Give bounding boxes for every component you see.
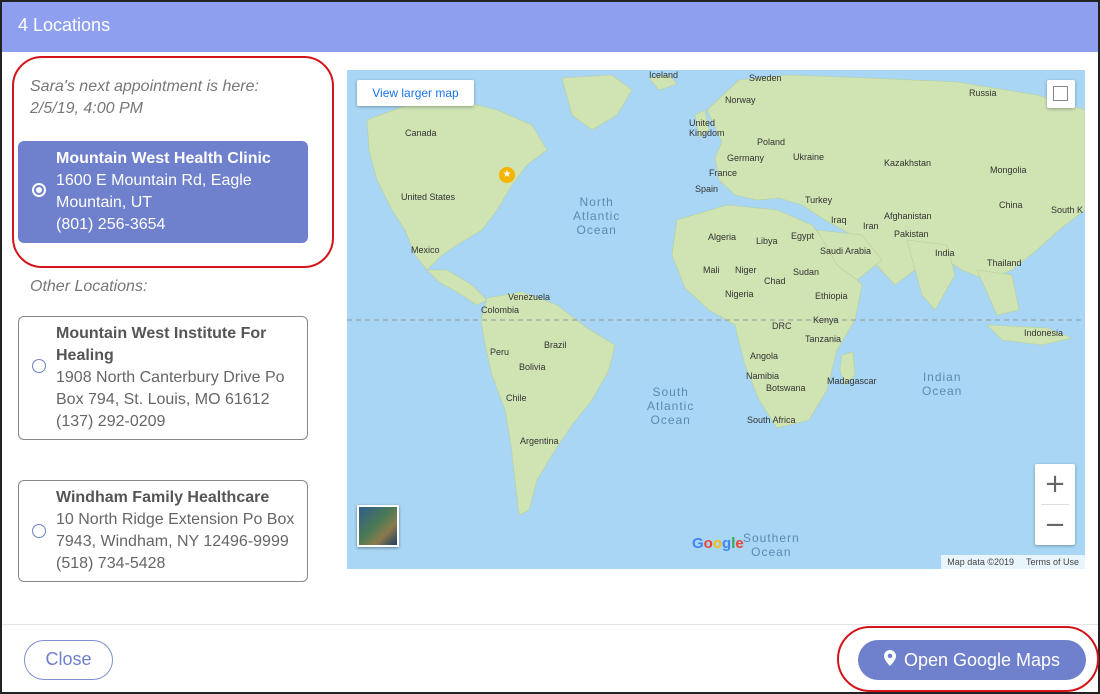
ocean-label-southern: Southern Ocean — [743, 531, 800, 559]
map-label: United Kingdom — [689, 118, 725, 138]
location-card[interactable]: Windham Family Healthcare 10 North Ridge… — [18, 480, 308, 582]
map-label: Pakistan — [894, 229, 929, 239]
location-card-selected[interactable]: Mountain West Health Clinic 1600 E Mount… — [18, 141, 308, 243]
map-label: Turkey — [805, 195, 833, 205]
map-label: Bolivia — [519, 362, 546, 372]
map-label: Angola — [750, 351, 779, 361]
location-card[interactable]: Mountain West Institute For Healing 1908… — [18, 316, 308, 440]
location-address: 1600 E Mountain Rd, Eagle Mountain, UT — [56, 172, 252, 211]
map-label: China — [999, 200, 1023, 210]
map-label: Mali — [703, 265, 720, 275]
map-label: Ethiopia — [815, 291, 848, 301]
appointment-note: Sara's next appointment is here: 2/5/19,… — [30, 76, 259, 120]
location-phone: (801) 256-3654 — [56, 216, 166, 233]
map-label: Canada — [405, 128, 437, 138]
open-google-maps-button[interactable]: Open Google Maps — [858, 640, 1086, 680]
locations-dialog: 4 Locations Sara's next appointment is h… — [0, 0, 1100, 694]
map-label: Indonesia — [1024, 328, 1064, 338]
map-label: Argentina — [520, 436, 559, 446]
map-label: Mexico — [411, 245, 440, 255]
map-label: Sweden — [749, 73, 782, 83]
location-phone: (137) 292-0209 — [56, 413, 166, 430]
appointment-datetime: 2/5/19, 4:00 PM — [30, 100, 143, 117]
map-label: Spain — [695, 184, 719, 194]
location-address: 10 North Ridge Extension Po Box 7943, Wi… — [56, 511, 295, 550]
fullscreen-toggle-button[interactable] — [1047, 80, 1075, 108]
dialog-title: 4 Locations — [18, 15, 111, 35]
map-label: Botswana — [766, 383, 806, 393]
location-phone: (518) 734-5428 — [56, 555, 166, 572]
map-label: Afghanistan — [884, 211, 932, 221]
map-label: Madagascar — [827, 376, 877, 386]
map-label: Algeria — [708, 232, 737, 242]
zoom-control: + − — [1035, 464, 1075, 545]
location-radio[interactable] — [32, 359, 46, 373]
map-label: South K — [1051, 205, 1084, 215]
zoom-out-button[interactable]: − — [1035, 505, 1075, 545]
map-label: Egypt — [791, 231, 815, 241]
map-label: Chile — [506, 393, 527, 403]
map-label: Thailand — [987, 258, 1022, 268]
map-label: Mongolia — [990, 165, 1027, 175]
map-data-credit: Map data ©2019 — [947, 557, 1014, 567]
close-button[interactable]: Close — [24, 640, 113, 680]
map-label: Venezuela — [508, 292, 551, 302]
map-label: India — [935, 248, 955, 258]
dialog-header: 4 Locations — [2, 2, 1098, 52]
map-label: Niger — [735, 265, 757, 275]
map-label: Peru — [490, 347, 510, 357]
other-locations-label: Other Locations: — [30, 278, 148, 295]
map-label: Nigeria — [725, 289, 754, 299]
map-label: Germany — [727, 153, 765, 163]
map-label: Tanzania — [805, 334, 842, 344]
map-label: Russia — [969, 88, 997, 98]
google-logo: Google — [692, 535, 744, 552]
ocean-label-north-atlantic: North Atlantic Ocean — [573, 195, 621, 237]
map-label: Namibia — [746, 371, 780, 381]
map-label: Kazakhstan — [884, 158, 932, 168]
location-address: 1908 North Canterbury Drive Po Box 794, … — [56, 369, 285, 408]
map-label: Sudan — [793, 267, 820, 277]
google-map[interactable]: ★ Iceland Sweden Norway Russia Canada Un… — [347, 70, 1085, 569]
location-marker-icon[interactable]: ★ — [499, 167, 515, 183]
location-radio-selected[interactable] — [32, 183, 46, 197]
world-map-graphic — [347, 74, 1085, 516]
view-larger-map-link[interactable]: View larger map — [357, 80, 474, 106]
location-name: Windham Family Healthcare — [56, 489, 270, 506]
map-label: Iceland — [649, 70, 679, 80]
map-label: Saudi Arabia — [820, 246, 872, 256]
location-radio[interactable] — [32, 524, 46, 538]
map-pin-icon — [883, 640, 896, 680]
map-label: Poland — [757, 137, 786, 147]
ocean-label-south-atlantic: South Atlantic Ocean — [647, 385, 695, 427]
terms-of-use-link[interactable]: Terms of Use — [1026, 555, 1079, 569]
zoom-in-button[interactable]: + — [1035, 464, 1075, 504]
map-label: Kenya — [813, 315, 839, 325]
map-label: Libya — [756, 236, 778, 246]
appointment-note-line: Sara's next appointment is here: — [30, 78, 259, 95]
map-label: Iran — [863, 221, 879, 231]
location-name: Mountain West Health Clinic — [56, 150, 271, 167]
map-label: France — [709, 168, 738, 178]
ocean-label-indian: Indian Ocean — [922, 370, 963, 398]
map-label: Norway — [725, 95, 756, 105]
locations-sidebar[interactable]: Sara's next appointment is here: 2/5/19,… — [2, 52, 338, 588]
map-label: United States — [401, 192, 456, 202]
location-name: Mountain West Institute For Healing — [56, 325, 267, 364]
map-label: Chad — [764, 276, 786, 286]
map-label: DRC — [772, 321, 792, 331]
map-label: Iraq — [831, 215, 847, 225]
map-label: South Africa — [747, 415, 796, 425]
map-label: Colombia — [481, 305, 520, 315]
open-google-maps-label: Open Google Maps — [903, 650, 1061, 670]
footer-divider — [2, 624, 1098, 625]
map-label: Ukraine — [793, 152, 825, 162]
satellite-view-toggle[interactable] — [357, 505, 399, 547]
map-attribution: Map data ©2019 Terms of Use — [941, 555, 1085, 569]
map-label: Brazil — [544, 340, 567, 350]
fullscreen-icon — [1053, 86, 1068, 101]
